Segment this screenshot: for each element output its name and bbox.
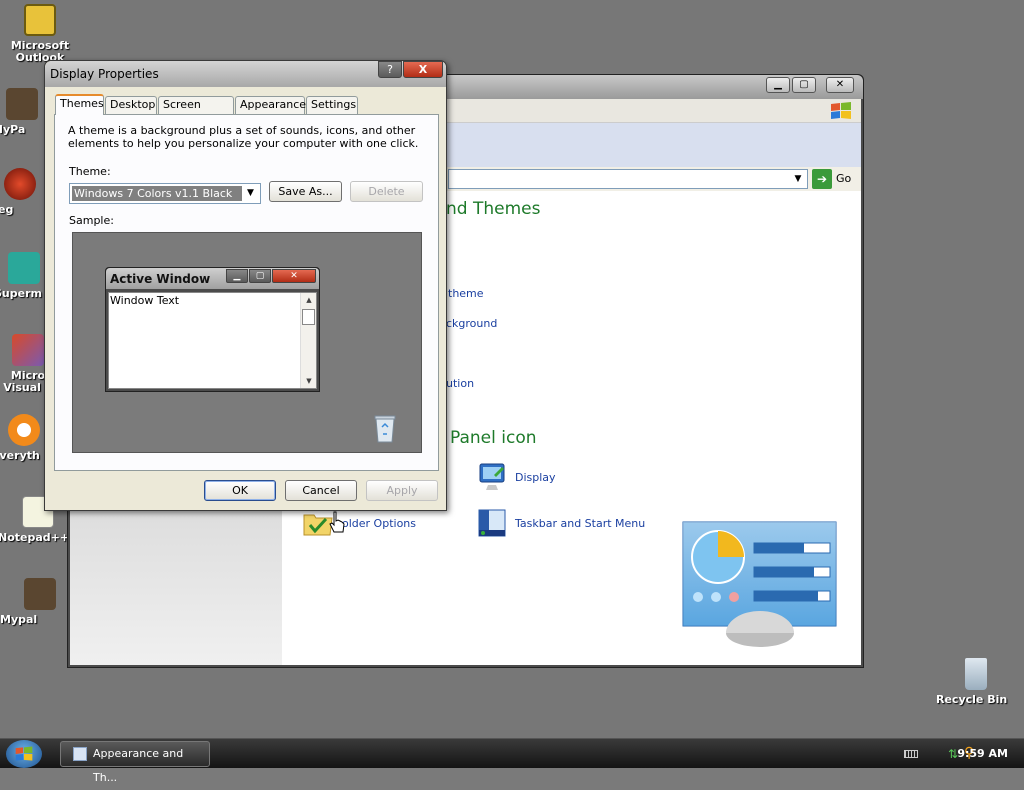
tab-screen-saver[interactable]: Screen Saver [158,96,234,127]
tab-themes[interactable]: Themes [55,94,104,115]
link-change-background[interactable]: ckground [446,317,497,330]
close-button[interactable]: X [403,61,443,78]
outlook-icon [24,4,56,36]
maximize-button[interactable]: ▢ [792,77,816,93]
scroll-down-icon: ▼ [306,377,312,385]
windows-logo-icon [831,102,851,119]
start-button[interactable] [6,740,42,768]
theme-dropdown-value: Windows 7 Colors v1.1 Black [72,186,242,201]
theme-sample-preview: Active Window ▁ ▢ ✕ Window Text ▲ ▼ [72,232,422,453]
save-as-button[interactable]: Save As... [269,181,342,202]
recycle-bin-icon [965,658,987,690]
link-display[interactable]: Display [515,471,556,484]
theme-label: Theme: [69,165,111,178]
desktop-icon-label: Mypal [0,613,38,626]
chevron-down-icon[interactable]: ▼ [242,185,259,202]
link-folder-options[interactable]: older Options [342,517,416,530]
close-icon: ✕ [272,269,316,283]
tab-settings[interactable]: Settings [306,96,358,114]
chevron-down-icon[interactable]: ▼ [789,170,807,188]
dialog-title: Display Properties [50,67,159,81]
appearance-themes-illustration-icon [682,521,837,647]
sample-window-titlebar: Active Window ▁ ▢ ✕ [106,268,319,289]
maximize-icon: ▢ [249,269,271,283]
link-taskbar-start-menu[interactable]: Taskbar and Start Menu [515,517,645,530]
sample-window-text: Window Text [110,294,180,307]
mypal-icon [24,578,56,610]
category-heading: nd Themes [446,199,541,219]
recycle-bin-icon [374,415,396,443]
keyboard-icon[interactable] [904,750,918,758]
mypal-icon [6,88,38,120]
theme-description: A theme is a background plus a set of so… [68,124,419,150]
help-button[interactable]: ? [378,61,402,78]
desktop-icon-label: MyPa [0,123,26,136]
desktop-icon-outlook[interactable]: Microsoft Outlook [0,4,80,64]
desktop-icon-label: Superm [0,287,42,300]
scroll-up-icon: ▲ [306,296,312,304]
address-field[interactable]: ▼ [448,169,808,189]
everything-icon [8,414,40,446]
clock[interactable]: 9:59 AM [957,747,1008,760]
hand-cursor-icon [329,511,345,533]
display-icon[interactable] [476,461,508,493]
desktop-icon-label: Notepad++ [0,531,70,544]
sample-window-body: Window Text ▲ ▼ [108,292,317,389]
windows-logo-icon [15,746,33,761]
ok-button[interactable]: OK [204,480,276,501]
go-button-label[interactable]: Go [836,172,851,185]
dialog-titlebar: Display Properties ? X [45,61,446,87]
sample-active-window: Active Window ▁ ▢ ✕ Window Text ▲ ▼ [105,267,320,392]
close-button[interactable]: ✕ [826,77,854,93]
control-panel-icon-heading: Panel icon [450,428,537,448]
sample-label: Sample: [69,214,114,227]
tab-desktop[interactable]: Desktop [105,96,157,114]
taskbar-item-label: Appearance and Th... [93,747,184,784]
desktop-icon-label: Peg [0,203,14,216]
taskbar-start-menu-icon[interactable] [476,507,508,539]
sample-window-title: Active Window [110,272,211,286]
apply-button[interactable]: Apply [366,480,438,501]
taskbar-item-appearance-themes[interactable]: Appearance and Th... [60,741,210,784]
supermium-icon [8,252,40,284]
taskbar: Appearance and Th... ⇅ ⚲ 9:59 AM [0,738,1024,784]
delete-button[interactable]: Delete [350,181,423,202]
theme-dropdown[interactable]: Windows 7 Colors v1.1 Black ▼ [69,183,261,204]
go-arrow-icon[interactable]: ➔ [812,169,832,189]
minimize-button[interactable]: ▁ [766,77,790,93]
themes-tab-page: A theme is a background plus a set of so… [54,114,439,471]
scroll-thumb [302,309,315,325]
pegasus-icon [4,168,36,200]
sample-scrollbar: ▲ ▼ [300,293,316,388]
desktop: Microsoft Outlook MyPa Peg Superm Micro … [0,0,1024,738]
cancel-button[interactable]: Cancel [285,480,357,501]
desktop-icon-pegasus[interactable]: Peg [0,168,50,216]
link-change-theme[interactable]: theme [448,287,484,300]
desktop-icon-label: Everyth [0,449,40,462]
visual-studio-icon [12,334,44,366]
link-change-resolution[interactable]: ution [446,377,474,390]
minimize-icon: ▁ [226,269,248,283]
tab-appearance[interactable]: Appearance [235,96,306,114]
control-panel-icon [73,747,87,761]
display-properties-dialog: Display Properties ? X Themes Desktop Sc… [44,60,447,511]
desktop-icon-label: Recycle Bin [936,693,1008,706]
desktop-icon-recycle-bin[interactable]: Recycle Bin [936,658,1016,706]
system-tray: ⇅ ⚲ 9:59 AM [874,739,1024,769]
